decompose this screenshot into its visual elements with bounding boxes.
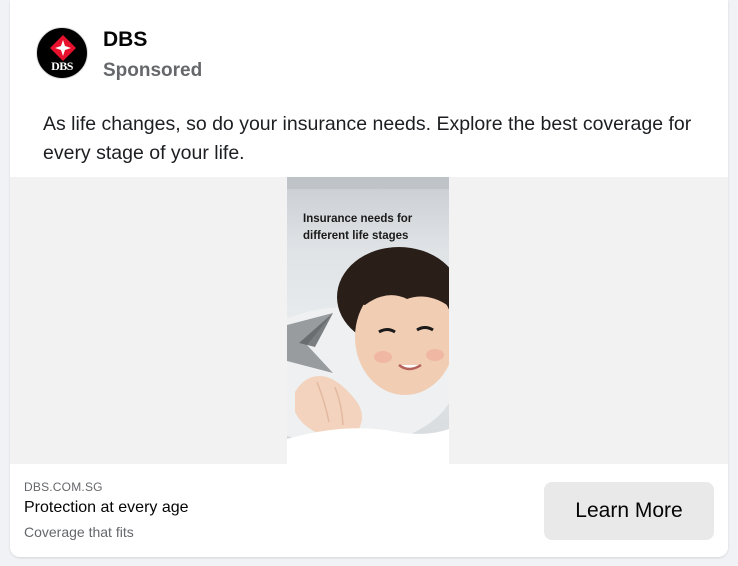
page-name[interactable]: DBS <box>103 28 147 52</box>
page-avatar[interactable]: DBS <box>36 27 88 79</box>
ad-footer[interactable]: DBS.COM.SG Protection at every age Cover… <box>10 464 728 557</box>
logo-text: DBS <box>51 59 73 73</box>
sponsored-label[interactable]: Sponsored <box>103 60 202 82</box>
post-body-text: As life changes, so do your insurance ne… <box>43 113 692 164</box>
link-title[interactable]: Protection at every age <box>24 499 189 517</box>
ad-image[interactable]: Insurance needs for different life stage… <box>287 177 449 464</box>
link-domain[interactable]: DBS.COM.SG <box>24 480 103 494</box>
link-description[interactable]: Coverage that fits <box>24 524 134 540</box>
ad-media-area[interactable]: Insurance needs for different life stage… <box>10 177 728 464</box>
dbs-star-logo-icon <box>50 35 76 61</box>
sponsored-post-card: DBS DBS Sponsored As life changes, so do… <box>10 0 728 557</box>
post-header: DBS DBS Sponsored <box>10 0 728 96</box>
learn-more-button[interactable]: Learn More <box>544 482 714 540</box>
ad-image-headline: Insurance needs for different life stage… <box>303 213 413 242</box>
